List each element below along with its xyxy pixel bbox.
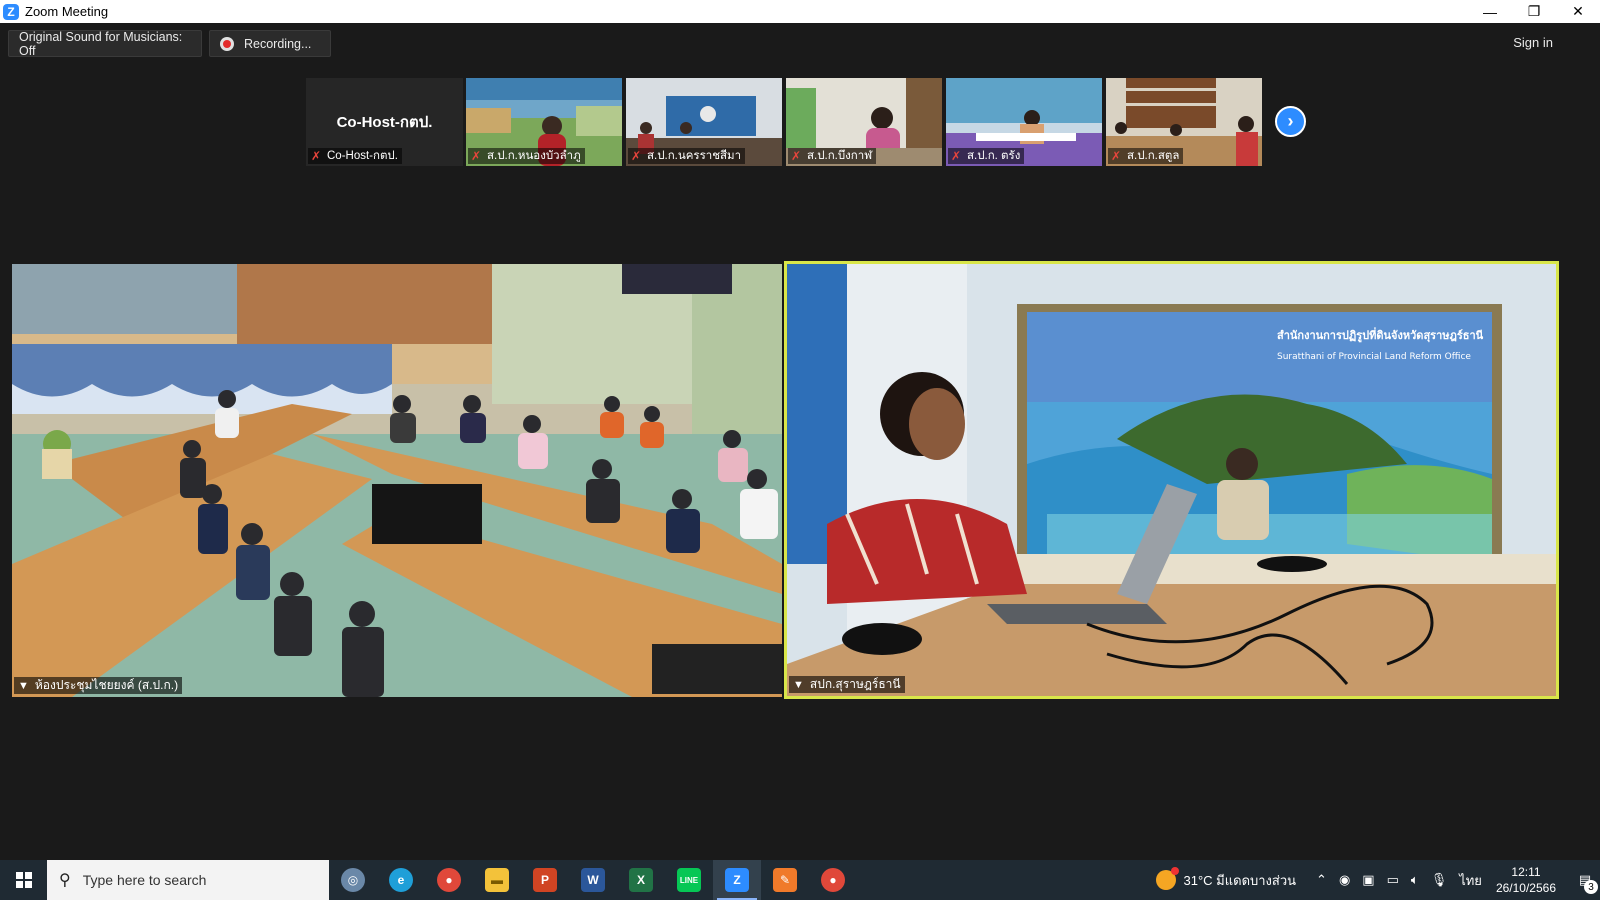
office-banner-english: Suratthani of Provincial Land Reform Off… <box>1277 352 1471 362</box>
record-icon <box>220 36 234 51</box>
notification-count-badge: 3 <box>1584 880 1598 894</box>
participant-name-tag: ✗ ส.ป.ก.บึงกาฬ <box>788 148 877 164</box>
mic-muted-icon: ✗ <box>630 149 642 163</box>
chevron-up-icon[interactable]: ⌃ <box>1316 872 1327 888</box>
mic-muted-icon: ✗ <box>950 149 962 163</box>
windows-logo-icon <box>15 872 32 888</box>
paint-app-icon[interactable]: ✎ <box>761 860 809 900</box>
mic-muted-icon: ✗ <box>310 149 322 163</box>
close-button[interactable]: ✕ <box>1556 0 1600 23</box>
original-sound-label: Original Sound for Musicians: Off <box>19 29 183 58</box>
weather-widget[interactable]: 31°C มีแดดบางส่วน <box>1155 867 1297 891</box>
window-title: Zoom Meeting <box>25 4 109 19</box>
windows-taskbar: ⚲ Type here to search ◎ e ● ▬ P W X LINE… <box>0 860 1600 900</box>
microphone-icon[interactable]: 🎙︎ <box>1431 872 1448 888</box>
clock-time: 12:11 <box>1511 865 1541 879</box>
network-icon[interactable]: ▭ <box>1387 872 1399 888</box>
thumbnail-cohost[interactable]: Co-Host-กตป. ✗ Co-Host-กตป. <box>306 78 463 166</box>
word-app-icon[interactable]: W <box>569 860 617 900</box>
participant-name-tag: ✗ ส.ป.ก.หนองบัวลำภู <box>468 148 585 164</box>
restore-button[interactable]: ❐ <box>1512 0 1556 23</box>
window-controls: — ❐ ✕ <box>1468 0 1600 23</box>
participant-name: ส.ป.ก.สตูล <box>1127 150 1180 162</box>
participant-name: ส.ป.ก. ตรัง <box>967 150 1021 162</box>
title-bar: Z Zoom Meeting — ❐ ✕ <box>0 0 1600 23</box>
participant-name: ส.ป.ก.หนองบัวลำภู <box>487 150 581 162</box>
zoom-logo-icon: Z <box>3 3 19 20</box>
participant-name: ส.ป.ก.นครราชสีมา <box>647 150 742 162</box>
mic-muted-icon: ✗ <box>790 149 802 163</box>
excel-app-icon[interactable]: X <box>617 860 665 900</box>
webcam-icon[interactable]: ◉ <box>1339 872 1350 888</box>
chevron-right-icon: › <box>1287 111 1294 131</box>
powerpoint-app-icon[interactable]: P <box>521 860 569 900</box>
weather-sun-icon <box>1155 867 1179 890</box>
video-tile-meeting-room[interactable]: ▼ ห้องประชุมไชยยงค์ (ส.ป.ก.) <box>12 264 782 697</box>
participant-name-tag: ✗ Co-Host-กตป. <box>308 148 402 164</box>
search-icon: ⚲ <box>59 872 71 889</box>
pin-icon: ▼ <box>793 678 804 691</box>
taskbar-search-box[interactable]: ⚲ Type here to search <box>47 860 329 900</box>
recording-indicator[interactable]: Recording... <box>209 30 331 57</box>
file-explorer-app-icon[interactable]: ▬ <box>473 860 521 900</box>
thumbnail-participant[interactable]: ✗ ส.ป.ก. ตรัง <box>946 78 1102 166</box>
video-tile-active-speaker[interactable]: สำนักงานการปฏิรูปที่ดินจังหวัดสุราษฎร์ธา… <box>784 261 1559 699</box>
system-tray: 31°C มีแดดบางส่วน ⌃ ◉ ▣ ▭ 🔈︎ 🎙︎ ไทย 12:1… <box>1155 860 1600 900</box>
language-indicator[interactable]: ไทย <box>1459 870 1482 891</box>
participant-name-tag: ▼ สปก.สุราษฎร์ธานี <box>789 676 905 693</box>
participant-name-tag: ✗ ส.ป.ก.นครราชสีมา <box>628 148 746 164</box>
mic-muted-icon: ✗ <box>1110 149 1122 163</box>
participant-name: ส.ป.ก.บึงกาฬ <box>807 150 873 162</box>
participant-name: สปก.สุราษฎร์ธานี <box>809 677 901 691</box>
mic-muted-icon: ✗ <box>470 149 482 163</box>
participant-display-name: Co-Host-กตป. <box>336 114 433 131</box>
original-sound-toggle[interactable]: Original Sound for Musicians: Off <box>8 29 202 58</box>
volume-icon[interactable]: 🔈︎ <box>1411 872 1419 888</box>
participant-name-tag: ✗ ส.ป.ก. ตรัง <box>948 148 1025 164</box>
weather-text: 31°C มีแดดบางส่วน <box>1183 872 1297 888</box>
notification-center-button[interactable]: ▤ 3 <box>1570 860 1600 900</box>
clock-date: 26/10/2566 <box>1495 881 1556 895</box>
start-button[interactable] <box>0 860 47 900</box>
line-app-icon[interactable]: LINE <box>665 860 713 900</box>
cortana-app-icon[interactable]: ◎ <box>329 860 377 900</box>
edge-app-icon[interactable]: e <box>377 860 425 900</box>
clock[interactable]: 12:11 26/10/2566 <box>1496 864 1556 896</box>
chrome-profile-app-icon[interactable]: ● <box>809 860 857 900</box>
meet-now-icon[interactable]: ▣ <box>1362 872 1374 888</box>
participant-name: Co-Host-กตป. <box>327 150 398 162</box>
participant-name-tag: ✗ ส.ป.ก.สตูล <box>1108 148 1184 164</box>
zoom-app-icon[interactable]: Z <box>713 860 761 900</box>
office-banner-thai: สำนักงานการปฏิรูปที่ดินจังหวัดสุราษฎร์ธา… <box>1277 327 1484 343</box>
meeting-room-video <box>12 264 782 697</box>
search-placeholder: Type here to search <box>82 872 207 888</box>
minimize-button[interactable]: — <box>1468 0 1512 23</box>
participant-name: ห้องประชุมไชยยงค์ (ส.ป.ก.) <box>34 678 179 692</box>
thumbnail-participant[interactable]: ✗ ส.ป.ก.สตูล <box>1106 78 1262 166</box>
participant-name-tag: ▼ ห้องประชุมไชยยงค์ (ส.ป.ก.) <box>14 677 183 694</box>
thumbnail-participant[interactable]: ✗ ส.ป.ก.นครราชสีมา <box>626 78 782 166</box>
pin-icon: ▼ <box>18 679 29 692</box>
thumbnail-participant[interactable]: ✗ ส.ป.ก.หนองบัวลำภู <box>466 78 622 166</box>
recording-label: Recording... <box>244 36 312 51</box>
thumbnail-participant[interactable]: ✗ ส.ป.ก.บึงกาฬ <box>786 78 942 166</box>
chrome-app-icon[interactable]: ● <box>425 860 473 900</box>
next-page-button[interactable]: › <box>1275 106 1306 137</box>
active-speaker-video: สำนักงานการปฏิรูปที่ดินจังหวัดสุราษฎร์ธา… <box>787 264 1556 696</box>
sign-in-link[interactable]: Sign in <box>1513 35 1553 50</box>
